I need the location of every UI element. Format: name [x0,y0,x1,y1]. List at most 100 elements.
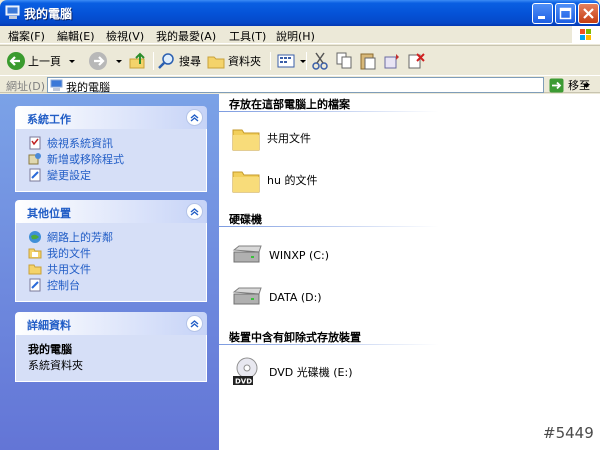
folder-icon [232,171,260,193]
folders-button[interactable]: 資料夾 [206,50,261,72]
folder-label: hu 的文件 [267,174,318,187]
task-label: 新增或移除程式 [47,153,124,166]
details-type: 系統資料夾 [28,359,83,372]
other-places-panel: 其他位置 網路上的芳鄰 我的文件 共用文件 控制台 [15,200,207,302]
forward-arrow-icon [89,52,107,70]
forward-button[interactable] [88,50,124,72]
search-label: 搜尋 [179,55,201,68]
menu-file[interactable]: 檔案(F) [8,28,45,44]
folder-item-shared-documents[interactable]: 共用文件 [231,124,311,152]
paste-button[interactable] [358,50,378,72]
control-panel-icon [29,168,41,182]
place-label: 共用文件 [47,263,91,276]
details-header[interactable]: 詳細資料 [15,312,207,335]
maximize-button[interactable] [555,3,576,24]
my-computer-icon [50,79,63,91]
copy-icon [336,52,352,69]
details-panel: 詳細資料 我的電腦 系統資料夾 [15,312,207,382]
windows-flag-icon [572,26,600,44]
system-info-icon [29,136,41,150]
undo-icon [384,54,399,69]
folder-item-hu-documents[interactable]: hu 的文件 [231,166,317,194]
maximize-icon [559,7,572,20]
network-globe-icon [29,231,41,243]
address-bar: 網址(D) 我的電腦 移至 [0,75,600,94]
watermark-number: #5449 [543,424,594,442]
menu-view[interactable]: 檢視(V) [106,28,144,44]
menu-bar: 檔案(F) 編輯(E) 檢視(V) 我的最愛(A) 工具(T) 說明(H) [0,26,600,44]
minimize-button[interactable] [532,3,553,24]
collapse-chevron-icon[interactable] [186,315,203,332]
place-control-panel[interactable]: 控制台 [28,277,206,293]
delete-icon [408,53,425,69]
place-network[interactable]: 網路上的芳鄰 [28,229,206,245]
toolbar-separator [270,52,271,70]
task-label: 檢視系統資訊 [47,137,113,150]
chevron-down-icon[interactable] [67,56,77,66]
drive-label: DVD 光碟機 (E:) [269,366,353,379]
close-button[interactable] [578,3,599,24]
hard-drive-icon [232,287,262,305]
delete-button[interactable] [406,50,426,72]
views-icon [277,54,295,68]
group-header-files: 存放在這部電腦上的檔案 [229,98,350,111]
go-label: 移至 [568,79,590,92]
drive-label: WINXP (C:) [269,248,329,262]
collapse-chevron-icon[interactable] [186,109,203,126]
place-label: 控制台 [47,279,80,292]
system-tasks-header[interactable]: 系統工作 [15,106,207,129]
up-folder-button[interactable] [128,50,148,72]
group-divider [219,111,439,112]
paste-icon [360,53,376,70]
menu-edit[interactable]: 編輯(E) [57,28,95,44]
collapse-chevron-icon[interactable] [186,203,203,220]
menu-favorites[interactable]: 我的最愛(A) [156,28,216,44]
drive-item-d[interactable]: DATA (D:) [231,286,322,308]
folder-icon [232,129,260,151]
close-icon [583,8,594,19]
toolbar-separator [153,52,154,70]
svg-text:DVD: DVD [235,378,252,386]
folders-label: 資料夾 [228,55,261,68]
task-add-remove-programs[interactable]: 新增或移除程式 [28,151,206,167]
views-button[interactable] [276,50,308,72]
menu-help[interactable]: 說明(H) [276,28,315,44]
back-button[interactable]: 上一頁 [6,50,77,72]
other-places-header[interactable]: 其他位置 [15,200,207,223]
chevron-down-icon[interactable] [114,56,124,66]
search-icon [158,53,174,69]
folder-label: 共用文件 [267,132,311,145]
place-label: 網路上的芳鄰 [47,231,113,244]
address-value: 我的電腦 [66,81,110,94]
cut-button[interactable] [310,50,330,72]
hard-drive-icon [232,245,262,263]
title-bar[interactable]: 我的電腦 [0,0,600,26]
place-my-documents[interactable]: 我的文件 [28,245,206,261]
undo-button[interactable] [382,50,402,72]
minimize-icon [538,16,545,19]
details-name: 我的電腦 [28,343,72,356]
search-button[interactable]: 搜尋 [157,50,201,72]
my-computer-icon [5,5,20,19]
task-view-system-info[interactable]: 檢視系統資訊 [28,135,206,151]
address-label: 網址(D) [6,80,46,93]
task-pane: 系統工作 檢視系統資訊 新增或移除程式 變更設定 其他位置 網路上的芳鄰 我的文… [0,94,219,450]
drive-item-dvd[interactable]: DVD DVD 光碟機 (E:) [231,356,353,388]
task-change-setting[interactable]: 變更設定 [28,167,206,183]
add-remove-programs-icon [28,153,41,165]
control-panel-icon [29,278,41,292]
address-input[interactable]: 我的電腦 [47,77,590,94]
my-documents-icon [28,248,42,259]
go-button[interactable]: 移至 [549,77,590,93]
back-label: 上一頁 [28,55,61,68]
task-label: 變更設定 [47,169,91,182]
dvd-drive-icon: DVD [233,357,258,386]
menu-tools[interactable]: 工具(T) [229,28,266,44]
drive-item-c[interactable]: WINXP (C:) [231,244,329,266]
back-arrow-icon [7,52,25,70]
place-shared-documents[interactable]: 共用文件 [28,261,206,277]
toolbar: 上一頁 搜尋 資料夾 [0,45,600,75]
shared-folder-icon [28,264,42,275]
panel-title: 詳細資料 [27,319,71,332]
copy-button[interactable] [334,50,354,72]
